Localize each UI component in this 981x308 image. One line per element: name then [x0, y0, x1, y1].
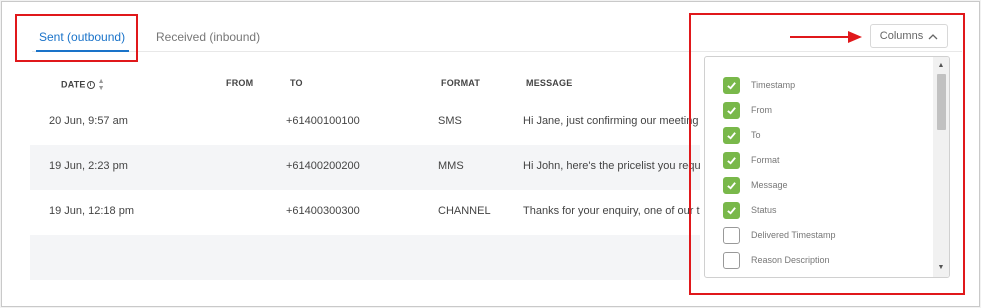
sort-icon[interactable]: ▲ ▼ — [98, 78, 105, 92]
cell-to: +61400100100 — [286, 115, 360, 127]
cell-message: Hi John, here's the pricelist you reque — [523, 160, 700, 172]
header-date[interactable]: DATE i ▲ ▼ — [61, 78, 105, 92]
columns-highlight-box — [689, 13, 965, 295]
header-date-label: DATE — [61, 79, 86, 90]
cell-date: 19 Jun, 2:23 pm — [49, 160, 128, 172]
cell-message: Hi Jane, just confirming our meeting — [523, 115, 699, 127]
header-format: FORMAT — [441, 78, 481, 88]
cell-date: 20 Jun, 9:57 am — [49, 115, 128, 127]
cell-format: MMS — [438, 160, 464, 172]
cell-to: +61400300300 — [286, 205, 360, 217]
cell-message: Thanks for your enquiry, one of our te — [523, 205, 700, 217]
cell-format: CHANNEL — [438, 205, 491, 217]
tab-received-label: Received (inbound) — [156, 30, 261, 44]
cell-to: +61400200200 — [286, 160, 360, 172]
cell-date: 19 Jun, 12:18 pm — [49, 205, 135, 217]
table-row[interactable]: 20 Jun, 9:57 am +61400100100 SMS Hi Jane… — [30, 100, 700, 145]
table-row[interactable]: 19 Jun, 12:18 pm +61400300300 CHANNEL Th… — [30, 190, 700, 235]
header-from: FROM — [226, 78, 254, 88]
tab-received-inbound[interactable]: Received (inbound) — [156, 30, 260, 44]
cell-format: SMS — [438, 115, 462, 127]
header-message: MESSAGE — [526, 78, 573, 88]
table-row[interactable]: 19 Jun, 2:23 pm +61400200200 MMS Hi John… — [30, 145, 700, 190]
info-icon[interactable]: i — [86, 81, 95, 89]
header-to: TO — [290, 78, 303, 88]
table-header: DATE i ▲ ▼ FROM TO FORMAT MESSAGE — [30, 66, 700, 100]
tabs-highlight-box — [15, 14, 138, 62]
messages-table: DATE i ▲ ▼ FROM TO FORMAT MESSAGE 20 Jun, 9… — [30, 66, 700, 280]
empty-row — [30, 235, 700, 280]
